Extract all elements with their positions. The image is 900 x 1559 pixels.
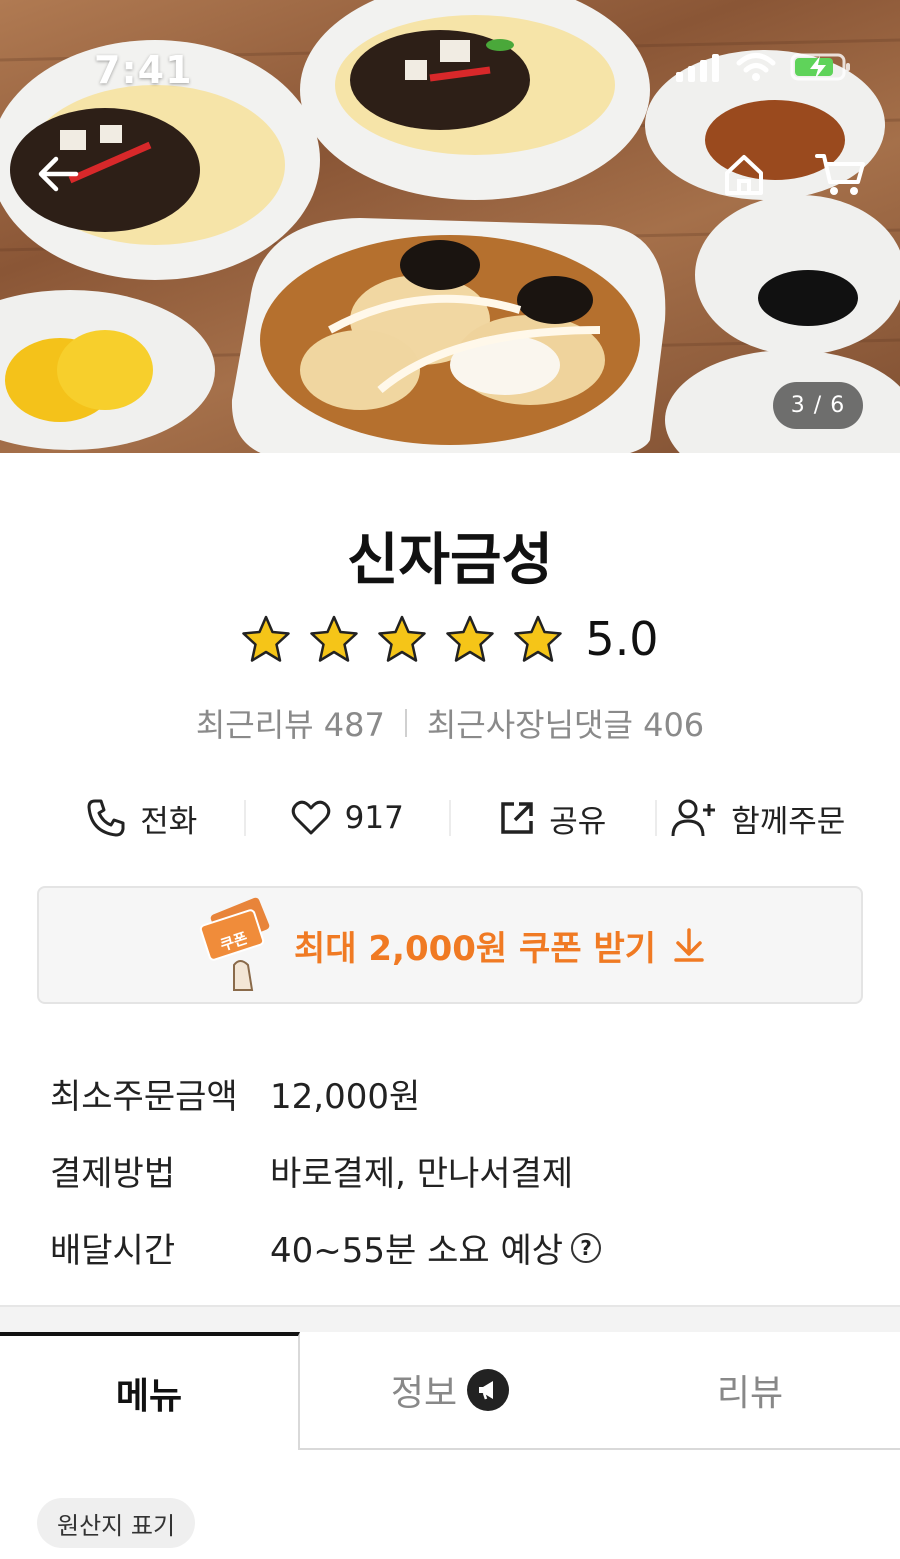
megaphone-icon xyxy=(467,1369,510,1411)
info-label: 최소주문금액 xyxy=(50,1077,238,1117)
rating-stars xyxy=(241,614,563,664)
star-icon xyxy=(378,615,427,662)
home-button[interactable] xyxy=(716,146,772,202)
tab-review[interactable]: 리뷰 xyxy=(600,1332,900,1450)
cart-icon xyxy=(815,154,865,195)
status-bar-time: 7:41 xyxy=(94,48,193,92)
delivery-time-value-wrap: 40~55분 소요 예상 ? xyxy=(270,1223,602,1272)
star-icon xyxy=(310,615,359,662)
info-value: 12,000원 xyxy=(270,1077,421,1117)
like-count: 917 xyxy=(344,800,404,836)
call-label: 전화 xyxy=(140,803,198,840)
min-order-row: 최소주문금액 12,000원 xyxy=(50,1055,601,1132)
coupon-label: 최대 2,000원 쿠폰 받기 xyxy=(293,928,656,969)
star-icon xyxy=(242,615,291,662)
group-order-button[interactable]: 함께주문 xyxy=(657,790,861,846)
arrow-left-icon xyxy=(38,156,79,192)
call-button[interactable]: 전화 xyxy=(40,790,244,846)
cart-button[interactable] xyxy=(812,146,868,202)
info-label: 배달시간 xyxy=(50,1231,176,1271)
status-bar-icons xyxy=(674,52,852,82)
phone-icon xyxy=(87,799,125,837)
wifi-icon xyxy=(736,53,776,81)
store-name: 신자금성 xyxy=(346,528,554,593)
info-value: 40~55분 소요 예상 xyxy=(270,1231,564,1271)
share-label: 공유 xyxy=(549,803,607,840)
back-button[interactable] xyxy=(30,146,86,202)
group-order-label: 함께주문 xyxy=(731,803,846,840)
cellular-signal-icon xyxy=(676,54,719,82)
add-person-icon xyxy=(671,799,716,837)
info-label: 결제방법 xyxy=(50,1154,176,1194)
rating-row[interactable]: 5.0 xyxy=(0,612,900,666)
tab-menu[interactable]: 메뉴 xyxy=(0,1332,300,1450)
star-icon xyxy=(446,615,495,662)
section-divider xyxy=(0,1305,900,1332)
help-icon[interactable]: ? xyxy=(571,1232,602,1263)
store-actions: 전화 917 공유 함께주문 xyxy=(40,790,860,846)
coupon-banner[interactable]: 쿠폰 최대 2,000원 쿠폰 받기 xyxy=(37,886,863,1004)
battery-charging-icon xyxy=(790,53,850,81)
store-info-list: 최소주문금액 12,000원 결제방법 바로결제, 만나서결제 배달시간 40~… xyxy=(50,1055,602,1286)
store-tabs: 메뉴 정보 리뷰 xyxy=(0,1332,900,1450)
recent-owner-replies-count[interactable]: 최근사장님댓글 406 xyxy=(427,700,704,746)
heart-icon xyxy=(291,800,330,835)
delivery-time-row: 배달시간 40~55분 소요 예상 ? xyxy=(50,1209,602,1286)
rating-value: 5.0 xyxy=(585,612,659,666)
share-button[interactable]: 공유 xyxy=(451,790,655,846)
payment-method-row: 결제방법 바로결제, 만나서결제 xyxy=(50,1132,601,1209)
tab-review-label: 리뷰 xyxy=(716,1373,784,1414)
recent-reviews-count[interactable]: 최근리뷰 487 xyxy=(196,700,385,746)
star-icon xyxy=(514,615,563,662)
photo-page-indicator: 3 / 6 xyxy=(773,382,863,429)
store-photo-carousel[interactable]: 7:41 3 / 6 xyxy=(0,0,900,453)
divider xyxy=(404,709,407,737)
tab-info-label: 정보 xyxy=(390,1373,458,1414)
home-icon xyxy=(725,155,763,195)
info-value: 바로결제, 만나서결제 xyxy=(270,1154,574,1194)
like-button[interactable]: 917 xyxy=(246,790,450,846)
coupon-ticket-icon: 쿠폰 xyxy=(199,897,270,991)
origin-label-chip[interactable]: 원산지 표기 xyxy=(37,1498,196,1548)
tab-menu-label: 메뉴 xyxy=(115,1376,183,1417)
review-counts[interactable]: 최근리뷰 487 최근사장님댓글 406 xyxy=(0,700,900,746)
download-arrow-icon xyxy=(674,928,704,962)
tab-info[interactable]: 정보 xyxy=(300,1332,600,1450)
share-icon xyxy=(501,802,533,834)
